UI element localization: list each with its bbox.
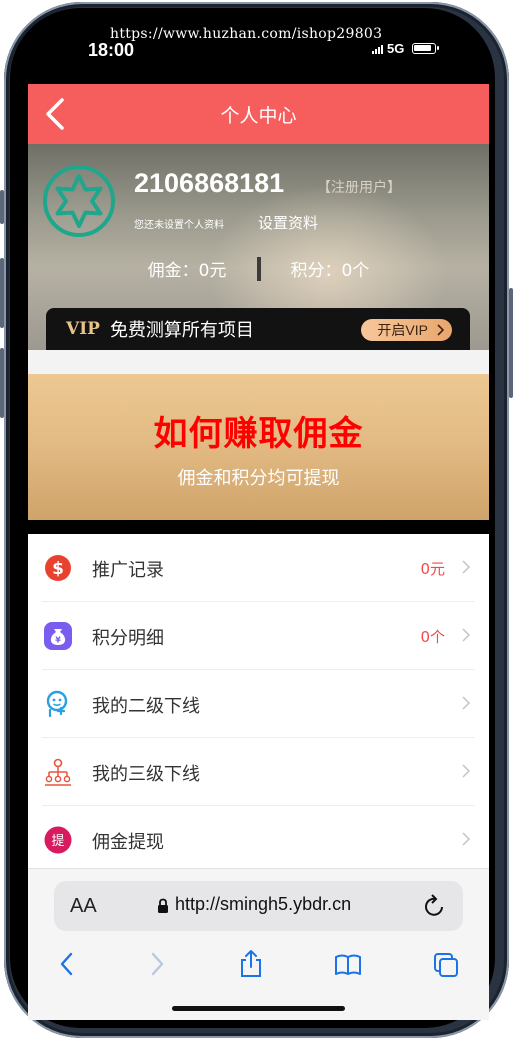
chevron-right-icon [462,696,471,710]
vip-promo-bar[interactable]: VIP 免费测算所有项目 开启VIP [46,308,470,350]
menu-item-value: 0个 [420,628,445,646]
commission-label: 佣金： [147,261,199,281]
menu-item-withdraw-commission[interactable]: 提 佣金提现 [42,806,475,874]
svg-text:¥: ¥ [55,636,61,645]
menu-item-points-details[interactable]: ¥ 积分明细 0个 [42,602,475,670]
points-label: 积分： [290,261,342,281]
menu-item-level3-downlines[interactable]: 我的三级下线 [42,738,475,806]
withdraw-icon: 提 [44,826,72,854]
open-vip-label: 开启VIP [377,322,428,338]
menu-item-value: 0元 [420,560,445,578]
signal-icon [372,44,383,54]
menu-list: $ 推广记录 0元 ¥ 积分明细 0个 我的二级下线 我的三级下线 提 佣金提现 [28,534,489,874]
phone-power-button [509,288,513,398]
chevron-right-icon [462,764,471,778]
earn-banner-subtitle: 佣金和积分均可提现 [177,468,340,489]
url-text[interactable]: http://smingh5.ybdr.cn [175,894,351,915]
status-indicators: 5G [372,41,440,56]
chevron-right-icon [462,832,471,846]
browser-toolbar: AA http://smingh5.ybdr.cn [28,868,489,1020]
browser-forward-icon[interactable] [142,949,170,979]
star-avatar-icon [55,174,103,228]
bookmarks-icon[interactable] [334,949,362,979]
menu-item-promotion-records[interactable]: $ 推广记录 0元 [42,534,475,602]
points-stat: 积分：0个 [291,256,370,281]
points-value: 0个 [341,261,370,281]
chevron-right-icon [437,324,445,336]
commission-value: 0元 [198,261,227,281]
menu-item-label: 佣金提现 [92,832,164,853]
svg-text:提: 提 [51,833,64,849]
page-header: 个人中心 [28,84,489,144]
profile-hint: 您还未设置个人资料 [134,220,224,231]
org-chart-icon [45,758,71,786]
menu-item-label: 我的三级下线 [92,764,200,785]
menu-item-label: 推广记录 [92,560,164,581]
reload-icon[interactable] [423,893,447,919]
user-stats: 佣金：0元 积分：0个 [28,256,489,281]
phone-volume-up-button [0,258,4,328]
user-add-icon [46,690,68,718]
share-icon[interactable] [237,949,265,979]
earn-commission-banner[interactable]: 如何赚取佣金 佣金和积分均可提现 [28,374,489,520]
menu-item-label: 我的二级下线 [92,696,200,717]
chevron-right-icon [462,628,471,642]
user-id: 2106868181 [134,168,285,198]
chevron-right-icon [462,560,471,574]
menu-item-level2-downlines[interactable]: 我的二级下线 [42,670,475,738]
commission-stat: 佣金：0元 [148,256,227,281]
section-divider [28,350,489,374]
svg-text:$: $ [52,559,64,579]
browser-back-icon[interactable] [54,949,82,979]
earn-banner-title: 如何赚取佣金 [153,414,364,454]
stats-divider [256,256,261,281]
watermark-text: https://www.huzhan.com/ishop29803 [110,26,383,42]
money-bag-icon: ¥ [44,622,72,650]
battery-icon [412,43,440,54]
tabs-icon[interactable] [432,949,460,979]
phone-side-button [0,190,4,224]
user-type-badge: 【注册用户】 [317,180,401,196]
back-arrow-icon[interactable] [42,96,72,132]
phone-volume-down-button [0,348,4,418]
avatar[interactable] [43,165,115,237]
vip-promo-text: 免费测算所有项目 [109,320,254,341]
lock-icon [158,898,168,913]
address-bar[interactable]: AA http://smingh5.ybdr.cn [54,881,463,931]
network-label: 5G [387,41,405,56]
user-info-banner: 2106868181 【注册用户】 您还未设置个人资料 设置资料 佣金：0元 积… [28,144,489,350]
open-vip-button[interactable]: 开启VIP [361,319,452,341]
home-indicator [172,1006,345,1011]
reader-settings-label: AA [70,895,97,917]
menu-item-label: 积分明细 [92,628,164,649]
status-time: 18:00 [88,40,135,60]
dollar-icon: $ [45,555,71,581]
vip-logo: VIP [66,319,100,339]
set-profile-link[interactable]: 设置资料 [258,212,318,233]
reader-settings-button[interactable]: AA [70,895,97,918]
page-title: 个人中心 [220,104,297,127]
